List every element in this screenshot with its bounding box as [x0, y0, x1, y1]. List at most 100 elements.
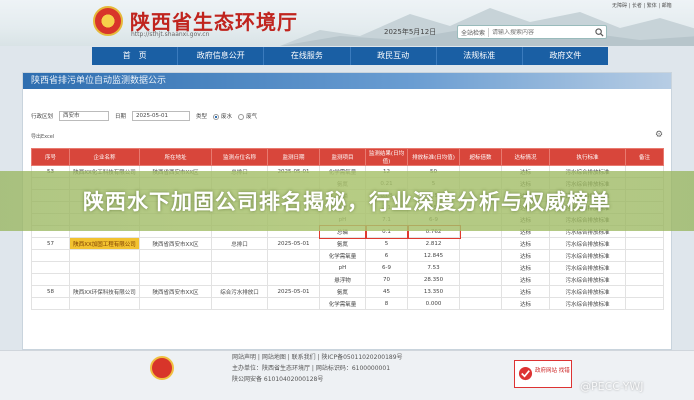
table-cell: 13.350: [407, 285, 460, 298]
table-header-row: 序号 企业名称 所在地址 监测点位名称 监测日期 监测项目 监测结果(日均值) …: [31, 148, 664, 166]
table-cell: [31, 297, 70, 310]
table-cell: [31, 249, 70, 262]
table-cell: [31, 273, 70, 286]
column-header: 超标倍数: [459, 148, 502, 166]
radio-label: 废水: [221, 114, 233, 120]
gov-badge-icon: [518, 366, 533, 381]
table-cell: 氨氮: [319, 237, 366, 250]
top-links[interactable]: 无障碍 | 长者 | 繁体 | 邮箱: [612, 2, 672, 9]
current-date: 2025年5月12日: [384, 28, 437, 36]
radio-unchecked-icon: [238, 113, 245, 120]
table-cell: [211, 297, 268, 310]
table-cell: 57: [31, 237, 70, 250]
gov-error-report-badge[interactable]: 政府网站 找错: [514, 360, 572, 388]
table-row: 58 陕西XX环保科技有限公司 陕西省西安市XX区 综合污水排放口 2025-05-01…: [31, 285, 664, 298]
table-cell: [625, 261, 664, 274]
table-cell: [459, 297, 502, 310]
column-header: 监测项目: [319, 148, 366, 166]
table-cell: 污水综合排放标准: [549, 261, 626, 274]
table-cell: 7.53: [407, 261, 460, 274]
table-cell: [625, 285, 664, 298]
table-cell: 总排口: [211, 237, 268, 250]
column-header: 企业名称: [69, 148, 140, 166]
column-header: 所在地址: [139, 148, 212, 166]
table-row: 化学需氧量 6 12.845 达标 污水综合排放标准: [31, 249, 664, 262]
settings-icon[interactable]: ⚙: [655, 130, 665, 140]
table-cell: 达标: [501, 237, 550, 250]
main-nav: 首 页 政府信息公开 在线服务 政民互动 法规标准 政府文件: [92, 47, 608, 65]
table-cell: [625, 237, 664, 250]
table-cell: 达标: [501, 273, 550, 286]
search-icon[interactable]: [592, 26, 606, 38]
nav-item-info-disclosure[interactable]: 政府信息公开: [178, 47, 265, 65]
table-row: 悬浮物 70 28.350 达标 污水综合排放标准: [31, 273, 664, 286]
column-header: 序号: [31, 148, 70, 166]
column-header: 监测点位名称: [211, 148, 268, 166]
radio-waste-gas[interactable]: 废气: [238, 112, 257, 120]
table-cell: 污水综合排放标准: [549, 297, 626, 310]
table-cell: 70: [365, 273, 408, 286]
table-cell: [69, 273, 140, 286]
site-header: 陕西省生态环境厅 http://sthjt.shaanxi.gov.cn 无障碍…: [0, 0, 694, 46]
column-header: 监测结果(日均值): [365, 148, 408, 166]
table-cell: [459, 237, 502, 250]
gov-badge-label: 政府网站 找错: [535, 368, 570, 374]
table-cell: 污水综合排放标准: [549, 285, 626, 298]
nav-item-home[interactable]: 首 页: [92, 47, 179, 65]
table-row: 57 陕西XX加固工程有限公司 陕西省西安市XX区 总排口 2025-05-01 氨氮 5 2…: [31, 237, 664, 250]
table-cell: 45: [365, 285, 408, 298]
type-label: 类型: [196, 114, 208, 120]
headline-text: 陕西水下加固公司排名揭秘，行业深度分析与权威榜单: [83, 190, 611, 214]
party-emblem-icon: [150, 356, 174, 380]
nav-item-regulations[interactable]: 法规标准: [437, 47, 523, 65]
table-cell: 2025-05-01: [267, 285, 320, 298]
footer-record: 陕公网安备 61010402000128号: [232, 376, 324, 383]
table-cell: 6: [365, 249, 408, 262]
table-cell: [139, 273, 212, 286]
table-cell: [139, 249, 212, 262]
nav-item-online-service[interactable]: 在线服务: [264, 47, 351, 65]
nav-item-documents[interactable]: 政府文件: [523, 47, 608, 65]
table-cell: 达标: [501, 285, 550, 298]
footer-links[interactable]: 网站声明 | 网站地图 | 联系我们 | 陕ICP备05011020200189…: [232, 352, 403, 361]
search-scope-select[interactable]: 全站检索: [458, 27, 490, 37]
table-cell: [625, 273, 664, 286]
column-header: 执行标准: [549, 148, 626, 166]
site-url: http://sthjt.shaanxi.gov.cn: [131, 31, 210, 38]
export-excel-link[interactable]: 导出Excel: [31, 133, 54, 140]
table-cell: [69, 297, 140, 310]
table-cell: [211, 261, 268, 274]
table-cell: [211, 273, 268, 286]
search-input[interactable]: [489, 28, 570, 36]
column-header: 排放标准(日均值): [407, 148, 460, 166]
table-cell: [459, 249, 502, 262]
national-emblem-icon: [93, 6, 123, 36]
table-cell: 58: [31, 285, 70, 298]
radio-wastewater[interactable]: 废水: [213, 112, 232, 120]
table-cell: 5: [365, 237, 408, 250]
table-cell: 达标: [501, 297, 550, 310]
table-cell: 陕西省西安市XX区: [139, 237, 212, 250]
table-cell: 12.845: [407, 249, 460, 262]
table-cell: 综合污水排放口: [211, 285, 268, 298]
table-cell: 0.000: [407, 297, 460, 310]
date-picker[interactable]: 2025-05-01: [132, 111, 191, 121]
radio-label: 废气: [246, 114, 258, 120]
column-header: 达标情况: [501, 148, 550, 166]
table-cell: [625, 297, 664, 310]
table-cell: 悬浮物: [319, 273, 366, 286]
nav-item-interaction[interactable]: 政民互动: [351, 47, 437, 65]
table-row: 化学需氧量 8 0.000 达标 污水综合排放标准: [31, 297, 664, 310]
table-cell: [211, 249, 268, 262]
table-cell: 2025-05-01: [267, 237, 320, 250]
column-header: 监测日期: [267, 148, 320, 166]
table-cell: [459, 273, 502, 286]
table-cell: [267, 273, 320, 286]
table-cell: 陕西XX环保科技有限公司: [69, 285, 140, 298]
table-cell: 化学需氧量: [319, 249, 366, 262]
table-cell: [31, 261, 70, 274]
region-select[interactable]: 西安市: [59, 111, 110, 121]
table-cell: [267, 297, 320, 310]
table-cell: 达标: [501, 261, 550, 274]
table-cell: 氨氮: [319, 285, 366, 298]
